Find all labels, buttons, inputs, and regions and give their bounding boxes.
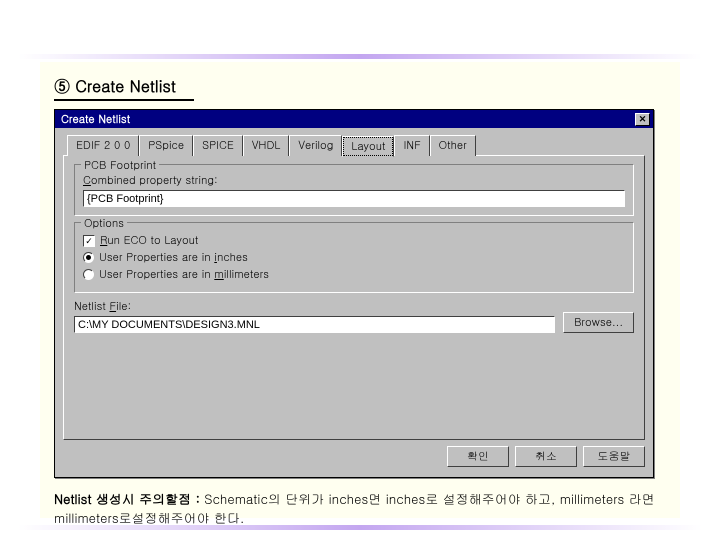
bottom-gradient-bar <box>18 525 702 530</box>
options-group: Options ✓ Run ECO to Layout User Propert… <box>74 222 634 293</box>
browse-button[interactable]: Browse... <box>563 312 634 333</box>
pcb-footprint-group: PCB Footprint Combined property string: … <box>74 164 634 216</box>
tab-vhdl[interactable]: VHDL <box>243 135 290 156</box>
tab-other[interactable]: Other <box>430 135 476 156</box>
help-button[interactable]: 도움말 <box>583 446 645 467</box>
footnote-bold: Netlist 생성시 주의할점 : <box>54 489 200 508</box>
create-netlist-dialog: Create Netlist ✕ EDIF 2 0 0 PSpice SPICE… <box>54 109 654 478</box>
netlist-file-label: Netlist File: <box>74 299 555 314</box>
pcb-legend: PCB Footprint <box>81 158 159 173</box>
slide-body: ⑤ Create Netlist Create Netlist ✕ EDIF 2… <box>40 62 680 518</box>
checkbox-icon: ✓ <box>83 235 95 247</box>
combined-label: Combined property string: <box>83 173 625 188</box>
radio-icon <box>83 269 94 280</box>
tabpanel-layout: PCB Footprint Combined property string: … <box>63 155 645 440</box>
dialog-buttons: 확인 취소 도움말 <box>63 446 645 467</box>
tab-spice[interactable]: SPICE <box>193 135 243 156</box>
top-gradient-bar <box>18 54 702 59</box>
pcb-footprint-input[interactable]: {PCB Footprint} <box>83 190 625 207</box>
dialog-title: Create Netlist <box>61 112 130 127</box>
mm-label: User Properties are in millimeters <box>99 267 269 282</box>
footnote: Netlist 생성시 주의할점 : Schematic의 단위가 inches… <box>54 490 666 528</box>
units-inches-radio[interactable]: User Properties are in inches <box>83 250 625 265</box>
tab-layout[interactable]: Layout <box>342 136 394 157</box>
ok-button[interactable]: 확인 <box>447 446 509 467</box>
tab-edif[interactable]: EDIF 2 0 0 <box>67 135 139 156</box>
netlist-file-row: Netlist File: C:\MY DOCUMENTS\DESIGN3.MN… <box>74 299 634 333</box>
options-legend: Options <box>81 216 127 231</box>
netlist-file-input[interactable]: C:\MY DOCUMENTS\DESIGN3.MNL <box>74 316 555 333</box>
page-title: ⑤ Create Netlist <box>54 74 194 101</box>
run-eco-checkbox[interactable]: ✓ Run ECO to Layout <box>83 233 625 248</box>
run-eco-label: Run ECO to Layout <box>100 233 198 248</box>
radio-icon <box>83 252 94 263</box>
tab-pspice[interactable]: PSpice <box>139 135 193 156</box>
tabs: EDIF 2 0 0 PSpice SPICE VHDL Verilog Lay… <box>63 134 645 155</box>
panel-spacer <box>74 333 634 429</box>
tab-verilog[interactable]: Verilog <box>289 135 342 156</box>
tab-inf[interactable]: INF <box>394 135 429 156</box>
titlebar[interactable]: Create Netlist ✕ <box>55 110 653 128</box>
cancel-button[interactable]: 취소 <box>515 446 577 467</box>
inches-label: User Properties are in inches <box>99 250 248 265</box>
close-icon[interactable]: ✕ <box>635 113 650 126</box>
units-mm-radio[interactable]: User Properties are in millimeters <box>83 267 625 282</box>
